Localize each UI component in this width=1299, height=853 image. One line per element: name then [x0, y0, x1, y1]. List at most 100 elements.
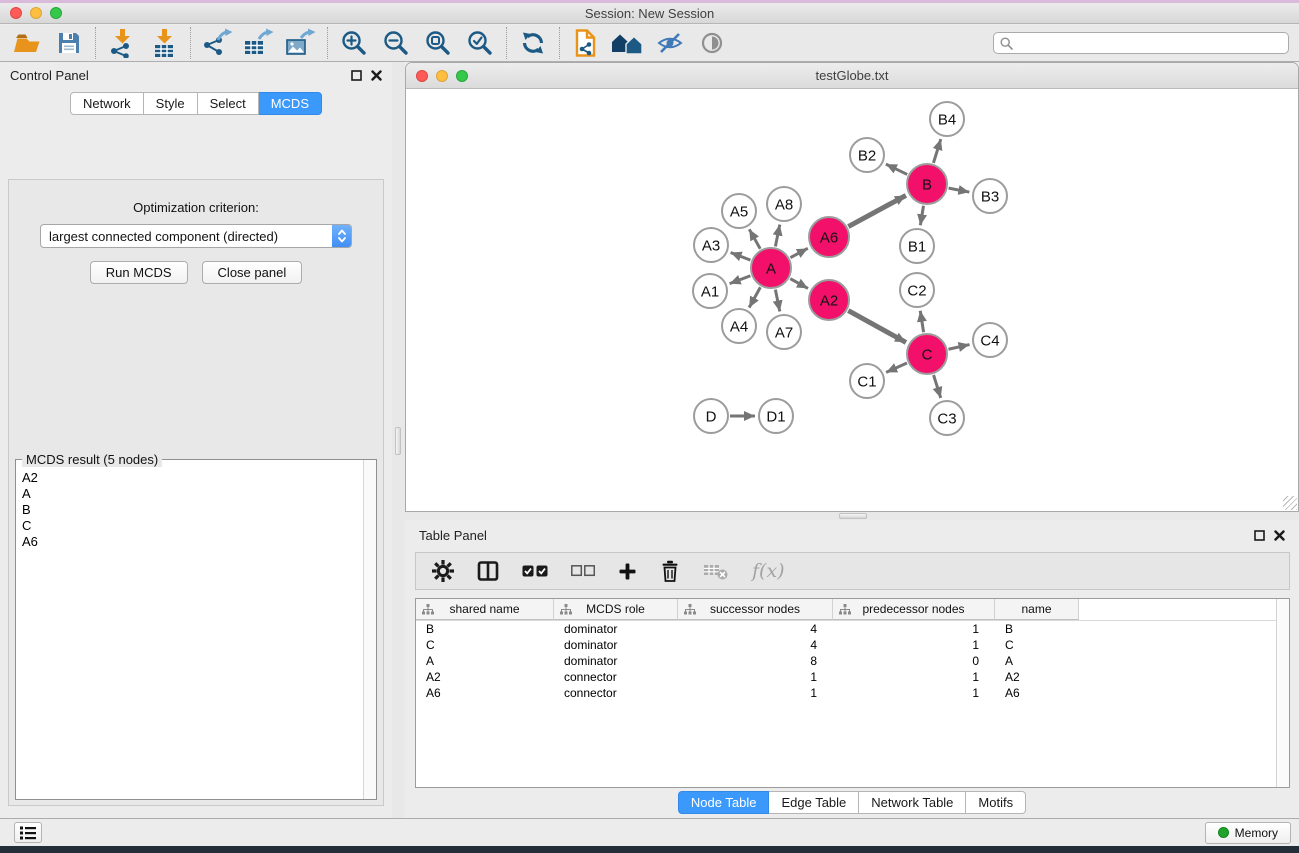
- save-session-button[interactable]: [48, 27, 90, 59]
- graph-edge-A-A8[interactable]: [775, 225, 779, 247]
- mcds-result-item[interactable]: B: [17, 502, 362, 518]
- tab-select[interactable]: Select: [198, 92, 259, 115]
- table-row[interactable]: Adominator80A: [416, 653, 1289, 669]
- graph-node-A8[interactable]: A8: [767, 187, 801, 221]
- column-header-predecessor-nodes[interactable]: predecessor nodes: [833, 599, 995, 620]
- graph-node-B2[interactable]: B2: [850, 138, 884, 172]
- graph-node-C1[interactable]: C1: [850, 364, 884, 398]
- graph-edge-B-B3[interactable]: [949, 188, 970, 192]
- table-row[interactable]: Bdominator41B: [416, 621, 1289, 637]
- graph-edge-A2-C[interactable]: [848, 311, 906, 343]
- table-row[interactable]: A2connector11A2: [416, 669, 1289, 685]
- select-all-button[interactable]: [522, 565, 548, 578]
- close-panel-icon[interactable]: [371, 70, 382, 81]
- delete-table-button[interactable]: [703, 561, 729, 581]
- zoom-selected-button[interactable]: [459, 27, 501, 59]
- network-from-selection-button[interactable]: [565, 27, 607, 59]
- graph-edge-A-A6[interactable]: [790, 248, 807, 257]
- close-panel-button[interactable]: Close panel: [202, 261, 303, 284]
- export-table-button[interactable]: [238, 27, 280, 59]
- delete-column-button[interactable]: [660, 560, 680, 582]
- column-header-shared-name[interactable]: shared name: [416, 599, 554, 620]
- graph-node-B[interactable]: B: [907, 164, 947, 204]
- horizontal-split-divider[interactable]: [405, 512, 1299, 520]
- deselect-all-button[interactable]: [571, 565, 595, 577]
- graph-node-C[interactable]: C: [907, 334, 947, 374]
- graph-edge-A-A5[interactable]: [749, 229, 760, 249]
- tab-network[interactable]: Network: [70, 92, 144, 115]
- settings-gear-button[interactable]: [432, 560, 454, 582]
- graph-node-A5[interactable]: A5: [722, 194, 756, 228]
- columns-button[interactable]: [477, 560, 499, 582]
- graph-node-A3[interactable]: A3: [694, 228, 728, 262]
- tab-motifs[interactable]: Motifs: [966, 791, 1026, 814]
- graph-node-D[interactable]: D: [694, 399, 728, 433]
- refresh-button[interactable]: [512, 27, 554, 59]
- graph-node-A6[interactable]: A6: [809, 217, 849, 257]
- memory-button[interactable]: Memory: [1205, 822, 1291, 844]
- mcds-result-item[interactable]: C: [17, 518, 362, 534]
- graph-edge-A-A7[interactable]: [775, 290, 779, 312]
- graph-edge-A-A2[interactable]: [790, 279, 808, 289]
- graph-node-A1[interactable]: A1: [693, 274, 727, 308]
- add-column-button[interactable]: [618, 562, 637, 581]
- window-resize-grip[interactable]: [1283, 496, 1297, 510]
- graph-edge-C-C2[interactable]: [920, 311, 923, 333]
- table-row[interactable]: A6connector11A6: [416, 685, 1289, 701]
- show-panels-button[interactable]: [14, 822, 42, 843]
- tab-style[interactable]: Style: [144, 92, 198, 115]
- graph-edge-A-A4[interactable]: [749, 287, 760, 307]
- zoom-fit-button[interactable]: [417, 27, 459, 59]
- run-mcds-button[interactable]: Run MCDS: [90, 261, 188, 284]
- tab-network-table[interactable]: Network Table: [859, 791, 966, 814]
- table-row[interactable]: Cdominator41C: [416, 637, 1289, 653]
- graph-node-C2[interactable]: C2: [900, 273, 934, 307]
- import-table-button[interactable]: [143, 27, 185, 59]
- graph-node-C3[interactable]: C3: [930, 401, 964, 435]
- column-header-name[interactable]: name: [995, 599, 1079, 620]
- graph-node-B1[interactable]: B1: [900, 229, 934, 263]
- graph-node-B3[interactable]: B3: [973, 179, 1007, 213]
- criterion-dropdown[interactable]: largest connected component (directed): [40, 224, 352, 248]
- graph-edge-A-A3[interactable]: [731, 253, 751, 261]
- graph-node-A[interactable]: A: [751, 248, 791, 288]
- network-canvas[interactable]: B4 B2 B B3 A8 A5 A6 A3 B1 A C2 A1 A2 A4 A7 C4 C C1 D D1 C3: [406, 89, 1298, 511]
- search-input[interactable]: [993, 32, 1289, 54]
- mcds-result-item[interactable]: A: [17, 486, 362, 502]
- export-network-button[interactable]: [196, 27, 238, 59]
- mcds-result-item[interactable]: A2: [17, 470, 362, 486]
- graph-edge-C-C3[interactable]: [934, 375, 941, 398]
- graph-node-A2[interactable]: A2: [809, 280, 849, 320]
- graph-edge-C-C4[interactable]: [948, 345, 969, 350]
- column-header-successor-nodes[interactable]: successor nodes: [678, 599, 833, 620]
- graph-node-C4[interactable]: C4: [973, 323, 1007, 357]
- show-graphics-details-button[interactable]: [691, 27, 733, 59]
- column-header-mcds-role[interactable]: MCDS role: [554, 599, 678, 620]
- graph-edge-B-B4[interactable]: [933, 139, 940, 163]
- vertical-split-divider[interactable]: [392, 62, 405, 818]
- zoom-in-button[interactable]: [333, 27, 375, 59]
- graph-node-A7[interactable]: A7: [767, 315, 801, 349]
- graph-node-A4[interactable]: A4: [722, 309, 756, 343]
- close-panel-icon[interactable]: [1274, 530, 1285, 541]
- divider-handle[interactable]: [839, 513, 867, 519]
- tab-mcds[interactable]: MCDS: [259, 92, 322, 115]
- graph-edge-B-B1[interactable]: [920, 206, 923, 226]
- import-network-button[interactable]: [101, 27, 143, 59]
- mcds-result-item[interactable]: A6: [17, 534, 362, 550]
- graph-edge-A6-B[interactable]: [848, 195, 906, 226]
- graph-node-D1[interactable]: D1: [759, 399, 793, 433]
- hide-graphics-details-button[interactable]: [649, 27, 691, 59]
- graph-edge-B-B2[interactable]: [886, 164, 907, 174]
- graph-edge-C-C1[interactable]: [886, 363, 907, 372]
- table-scrollbar[interactable]: [1276, 599, 1289, 787]
- float-panel-icon[interactable]: [1254, 530, 1265, 541]
- home-button[interactable]: [607, 27, 649, 59]
- tab-edge-table[interactable]: Edge Table: [769, 791, 859, 814]
- graph-node-B4[interactable]: B4: [930, 102, 964, 136]
- divider-handle[interactable]: [395, 427, 401, 455]
- tab-node-table[interactable]: Node Table: [678, 791, 770, 814]
- export-image-button[interactable]: [280, 27, 322, 59]
- network-graph[interactable]: B4 B2 B B3 A8 A5 A6 A3 B1 A C2 A1 A2 A4 A7 C4 C C1 D D1 C3: [406, 89, 1298, 511]
- mcds-result-scrollbar[interactable]: [363, 460, 376, 799]
